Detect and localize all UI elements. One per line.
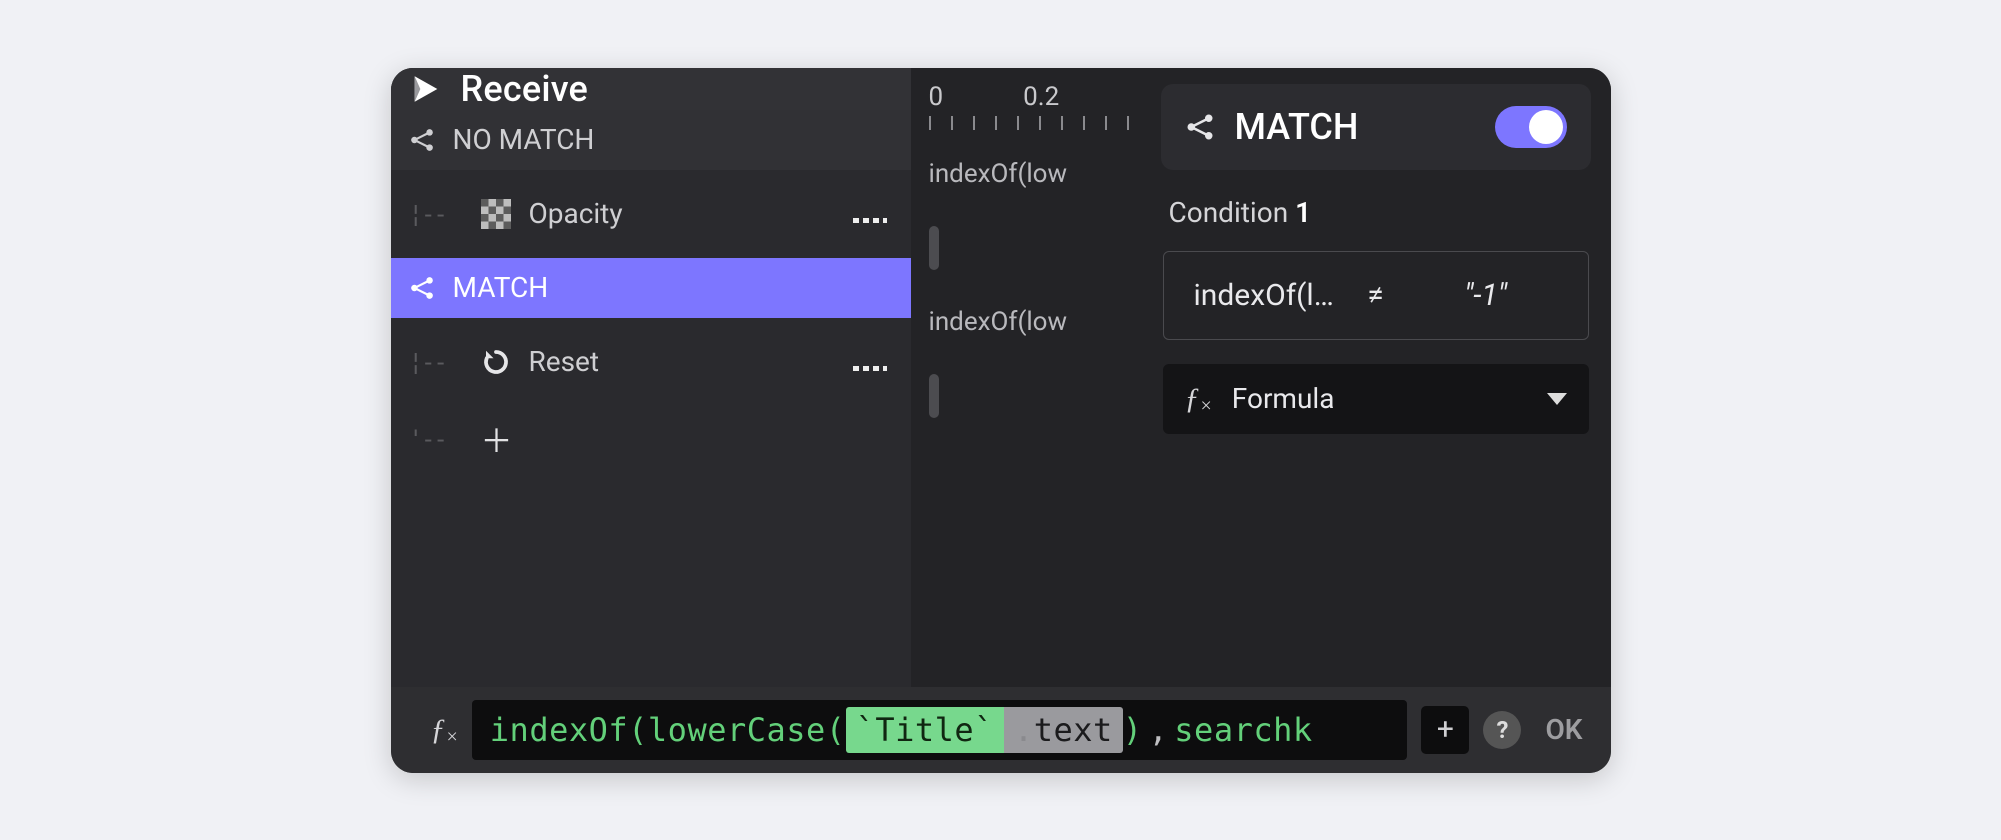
formula-bar: ƒ× indexOf ( lowerCase ( `Title`.text ) … <box>391 687 1611 773</box>
receive-icon <box>409 72 443 106</box>
inspector-title: MATCH <box>1235 106 1475 148</box>
tree-item-opacity[interactable]: ¦-- Opacity <box>391 170 911 258</box>
plus-icon: + <box>1437 712 1454 747</box>
timeline-condition-preview: indexOf(low <box>911 292 1141 352</box>
token-paren: ( <box>826 711 846 749</box>
ruler-tick: 0 <box>929 82 944 112</box>
tree-add-item[interactable]: '-- ＋ <box>391 406 911 472</box>
help-button[interactable]: ? <box>1483 711 1521 749</box>
tree-item-match[interactable]: MATCH <box>391 258 911 318</box>
keyframe-marker-icon <box>929 226 939 270</box>
timeline-track[interactable] <box>911 352 1141 440</box>
interaction-panel: Receive NO MATCH ¦-- Opacity MATCH <box>391 68 1611 773</box>
token-property: .text <box>1004 707 1123 753</box>
timeline-track[interactable] <box>911 204 1141 292</box>
formula-dropdown-label: Formula <box>1232 382 1527 415</box>
add-button[interactable]: + <box>1421 706 1469 754</box>
branch-icon <box>1185 112 1215 142</box>
condition-box[interactable]: indexOf(lo... ≠ "-1" <box>1163 251 1589 340</box>
ok-button[interactable]: OK <box>1535 713 1588 746</box>
tree-indent-icon: ¦-- <box>409 348 463 376</box>
timeline-ruler[interactable]: 0 0.2 <box>911 68 1141 112</box>
tree-header[interactable]: Receive <box>391 68 911 110</box>
ruler-tick: 0.2 <box>1023 82 1059 112</box>
tree-title: Receive <box>461 68 589 110</box>
toggle-knob-icon <box>1529 110 1563 144</box>
formula-input[interactable]: indexOf ( lowerCase ( `Title`.text ) , s… <box>472 700 1408 760</box>
condition-operator: ≠ <box>1367 278 1383 313</box>
token-function: indexOf <box>490 711 628 749</box>
token-paren: ( <box>628 711 648 749</box>
tree-item-label: Reset <box>529 345 835 378</box>
inspector-panel: MATCH Condition 1 indexOf(lo... ≠ "-1" ƒ… <box>1141 68 1611 687</box>
inspector-header: MATCH <box>1161 84 1591 170</box>
enable-toggle[interactable] <box>1495 106 1567 148</box>
token-function: lowerCase <box>648 711 826 749</box>
formula-dropdown[interactable]: ƒ× Formula <box>1163 364 1589 434</box>
panel-body: Receive NO MATCH ¦-- Opacity MATCH <box>391 68 1611 687</box>
tree-item-label: MATCH <box>453 271 887 304</box>
tree-item-reset[interactable]: ¦-- Reset <box>391 318 911 406</box>
reset-icon <box>481 347 511 377</box>
keyframe-indicator-icon <box>853 345 887 378</box>
branch-icon <box>409 275 435 301</box>
token-comma: , <box>1143 711 1175 749</box>
condition-lhs: indexOf(lo... <box>1194 278 1338 313</box>
token-layer-ref: `Title` <box>846 707 1004 753</box>
plus-icon: ＋ <box>481 416 513 462</box>
timeline-panel: 0 0.2 indexOf(low indexOf(low <box>911 68 1141 687</box>
branch-icon <box>409 127 435 153</box>
token-variable: searchk <box>1174 711 1312 749</box>
condition-rhs: "-1" <box>1414 278 1558 313</box>
timeline-condition-preview: indexOf(low <box>911 144 1141 204</box>
condition-heading: Condition 1 <box>1161 192 1591 229</box>
tree-panel: Receive NO MATCH ¦-- Opacity MATCH <box>391 68 911 687</box>
keyframe-indicator-icon <box>853 197 887 230</box>
tree-indent-icon: ¦-- <box>409 200 463 228</box>
keyframe-marker-icon <box>929 374 939 418</box>
condition-number: 1 <box>1295 196 1311 229</box>
fx-icon: ƒ× <box>431 713 458 747</box>
fx-icon: ƒ× <box>1185 382 1212 416</box>
tree-item-label: Opacity <box>529 197 835 230</box>
token-paren: ) <box>1123 711 1143 749</box>
condition-label: Condition <box>1169 196 1289 229</box>
tree-item-label: NO MATCH <box>453 123 887 156</box>
tree-indent-icon: '-- <box>409 425 463 453</box>
question-icon: ? <box>1496 716 1508 744</box>
tree-item-no-match[interactable]: NO MATCH <box>391 110 911 170</box>
ruler-ticks-icon <box>929 116 1141 130</box>
chevron-down-icon <box>1547 393 1567 405</box>
opacity-icon <box>481 199 511 229</box>
